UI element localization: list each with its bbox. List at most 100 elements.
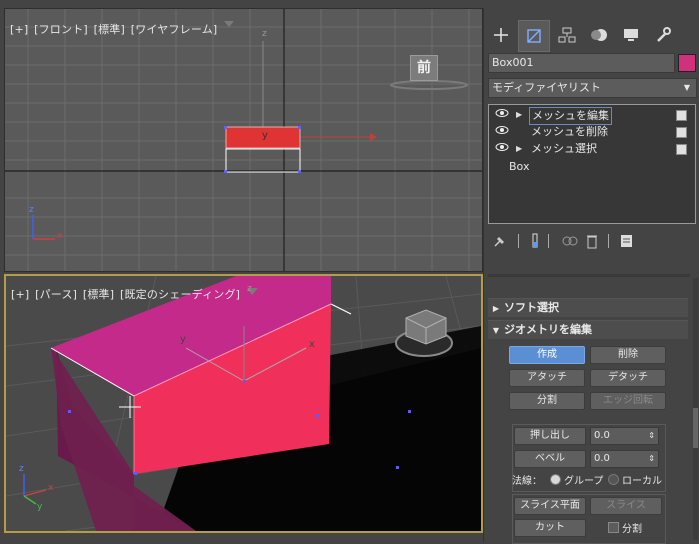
normals-local-radio[interactable] xyxy=(608,474,619,485)
stack-item-delete-mesh[interactable]: メッシュを削除 xyxy=(489,124,695,140)
stack-item-label: メッシュを編集 xyxy=(529,107,612,125)
viewcube-face-label: 前 xyxy=(417,60,431,76)
toolbar-divider xyxy=(608,234,609,248)
stack-item-toggle[interactable] xyxy=(676,110,687,121)
front-viewport-grid xyxy=(5,9,482,271)
bevel-value: 0.0 xyxy=(594,453,610,464)
slice-button[interactable]: スライス xyxy=(590,497,662,515)
extrude-value: 0.0 xyxy=(594,430,610,441)
make-unique-icon[interactable] xyxy=(562,234,578,248)
divide-button[interactable]: 分割 xyxy=(509,392,585,410)
stack-item-box[interactable]: Box xyxy=(489,159,695,175)
persp-gizmo-y-label: y xyxy=(37,502,43,512)
perspective-scene xyxy=(6,276,481,531)
modifier-list-dropdown[interactable]: モディファイヤリスト ▼ xyxy=(488,78,697,98)
create-button[interactable]: 作成 xyxy=(509,346,585,364)
viewport-shading-mode[interactable]: [ワイヤフレーム] xyxy=(131,23,218,36)
chevron-down-icon: ▼ xyxy=(683,83,690,92)
persp-axis-x-label: x xyxy=(309,339,315,350)
spinner-arrows-icon[interactable]: ⇕ xyxy=(648,451,655,467)
rollout-title: ジオメトリを編集 xyxy=(504,323,592,336)
stack-item-toggle[interactable] xyxy=(676,127,687,138)
edge-rotate-button[interactable]: エッジ回転 xyxy=(590,392,666,410)
stack-item-mesh-select[interactable]: ▶ メッシュ選択 xyxy=(489,141,695,157)
eye-icon[interactable] xyxy=(495,107,509,123)
persp-axis-z-label: z xyxy=(247,284,252,294)
normals-group-radio[interactable] xyxy=(550,474,561,485)
persp-gizmo-z-label: z xyxy=(19,464,24,474)
split-checkbox[interactable] xyxy=(608,522,619,533)
toolbar-divider xyxy=(518,234,519,248)
stack-item-edit-mesh[interactable]: ▶ メッシュを編集 xyxy=(489,107,695,125)
toolbar-divider xyxy=(548,234,549,248)
stack-item-label: Box xyxy=(509,160,530,173)
stack-item-label: メッシュ選択 xyxy=(531,142,597,155)
attach-button[interactable]: アタッチ xyxy=(509,369,585,387)
modify-icon xyxy=(527,29,541,43)
normals-local-label: ローカル xyxy=(622,476,662,487)
trash-icon[interactable] xyxy=(586,233,598,249)
tab-utilities[interactable] xyxy=(648,20,678,50)
slice-plane-button[interactable]: スライス平面 xyxy=(514,497,586,515)
viewport-shading-mode[interactable]: [既定のシェーディング] xyxy=(120,288,240,301)
monitor-icon xyxy=(624,29,638,41)
expand-triangle-icon[interactable]: ▶ xyxy=(516,141,522,157)
tab-hierarchy[interactable] xyxy=(552,20,582,50)
command-panel-tabs xyxy=(486,20,696,52)
plus-icon xyxy=(494,28,508,42)
viewport-point-of-view[interactable]: [フロント] xyxy=(34,23,88,36)
configure-modifier-sets-icon[interactable] xyxy=(620,233,634,249)
bevel-amount-spinner[interactable]: 0.0 ⇕ xyxy=(590,450,659,468)
rollout-title: ソフト選択 xyxy=(504,301,559,314)
motion-icon xyxy=(591,29,607,41)
expand-triangle-icon[interactable]: ▶ xyxy=(516,107,522,123)
normals-group-label: グループ xyxy=(564,476,604,487)
rollout-soft-selection[interactable]: ▶ ソフト選択 xyxy=(488,298,688,317)
viewcube[interactable]: 前 xyxy=(410,55,438,81)
panel-scrollbar-thumb[interactable] xyxy=(693,408,698,448)
extrude-amount-spinner[interactable]: 0.0 ⇕ xyxy=(590,427,659,445)
modifier-stack[interactable]: ▶ メッシュを編集 メッシュを削除 ▶ メッシュ選択 Box xyxy=(488,104,696,224)
front-gizmo-z-label: z xyxy=(29,205,34,215)
normals-label: 法線： xyxy=(512,476,542,487)
perspective-viewport[interactable]: [+] [パース] [標準] [既定のシェーディング] y x z x y z xyxy=(4,274,483,533)
front-viewport-label[interactable]: [+] [フロント] [標準] [ワイヤフレーム] xyxy=(10,21,219,37)
perspective-viewport-label[interactable]: [+] [パース] [標準] [既定のシェーディング] xyxy=(11,286,242,302)
persp-gizmo-x-label: x xyxy=(48,483,54,493)
tab-create[interactable] xyxy=(486,20,516,50)
delete-button[interactable]: 削除 xyxy=(590,346,666,364)
show-end-result-icon[interactable] xyxy=(530,233,540,249)
spinner-arrows-icon[interactable]: ⇕ xyxy=(648,428,655,444)
collapse-arrow-icon: ▶ xyxy=(492,304,500,313)
pin-icon[interactable] xyxy=(492,234,506,248)
stack-item-toggle[interactable] xyxy=(676,144,687,155)
eye-icon[interactable] xyxy=(495,141,509,157)
hierarchy-icon xyxy=(558,27,576,43)
modifier-list-label: モディファイヤリスト xyxy=(492,81,601,94)
wrench-icon xyxy=(657,27,671,42)
split-label: 分割 xyxy=(622,524,642,535)
eye-icon[interactable] xyxy=(495,124,509,140)
tab-display[interactable] xyxy=(616,20,646,50)
object-name-field[interactable]: Box001 xyxy=(488,53,675,73)
detach-button[interactable]: デタッチ xyxy=(590,369,666,387)
bevel-button[interactable]: ベベル xyxy=(514,450,586,468)
viewport-menu-plus[interactable]: [+] xyxy=(10,23,28,36)
viewport-point-of-view[interactable]: [パース] xyxy=(35,288,77,301)
object-color-swatch[interactable] xyxy=(678,54,696,72)
front-axis-z-label: z xyxy=(262,29,267,39)
front-gizmo-x-label: x xyxy=(57,231,63,241)
persp-axis-y-label: y xyxy=(180,334,186,345)
tab-motion[interactable] xyxy=(584,20,614,50)
extrude-button[interactable]: 押し出し xyxy=(514,427,586,445)
viewport-menu-plus[interactable]: [+] xyxy=(11,288,29,301)
front-axis-y-label: y xyxy=(262,130,268,141)
viewport-mode-standard[interactable]: [標準] xyxy=(83,288,114,301)
tab-modify[interactable] xyxy=(518,20,550,52)
cut-button[interactable]: カット xyxy=(514,519,586,537)
rollout-edit-geometry[interactable]: ▼ ジオメトリを編集 xyxy=(488,320,688,339)
viewport-mode-standard[interactable]: [標準] xyxy=(94,23,125,36)
panel-separator xyxy=(488,274,690,277)
front-viewport[interactable]: [+] [フロント] [標準] [ワイヤフレーム] 前 z y x z xyxy=(4,8,483,272)
stack-item-label: メッシュを削除 xyxy=(531,125,608,138)
